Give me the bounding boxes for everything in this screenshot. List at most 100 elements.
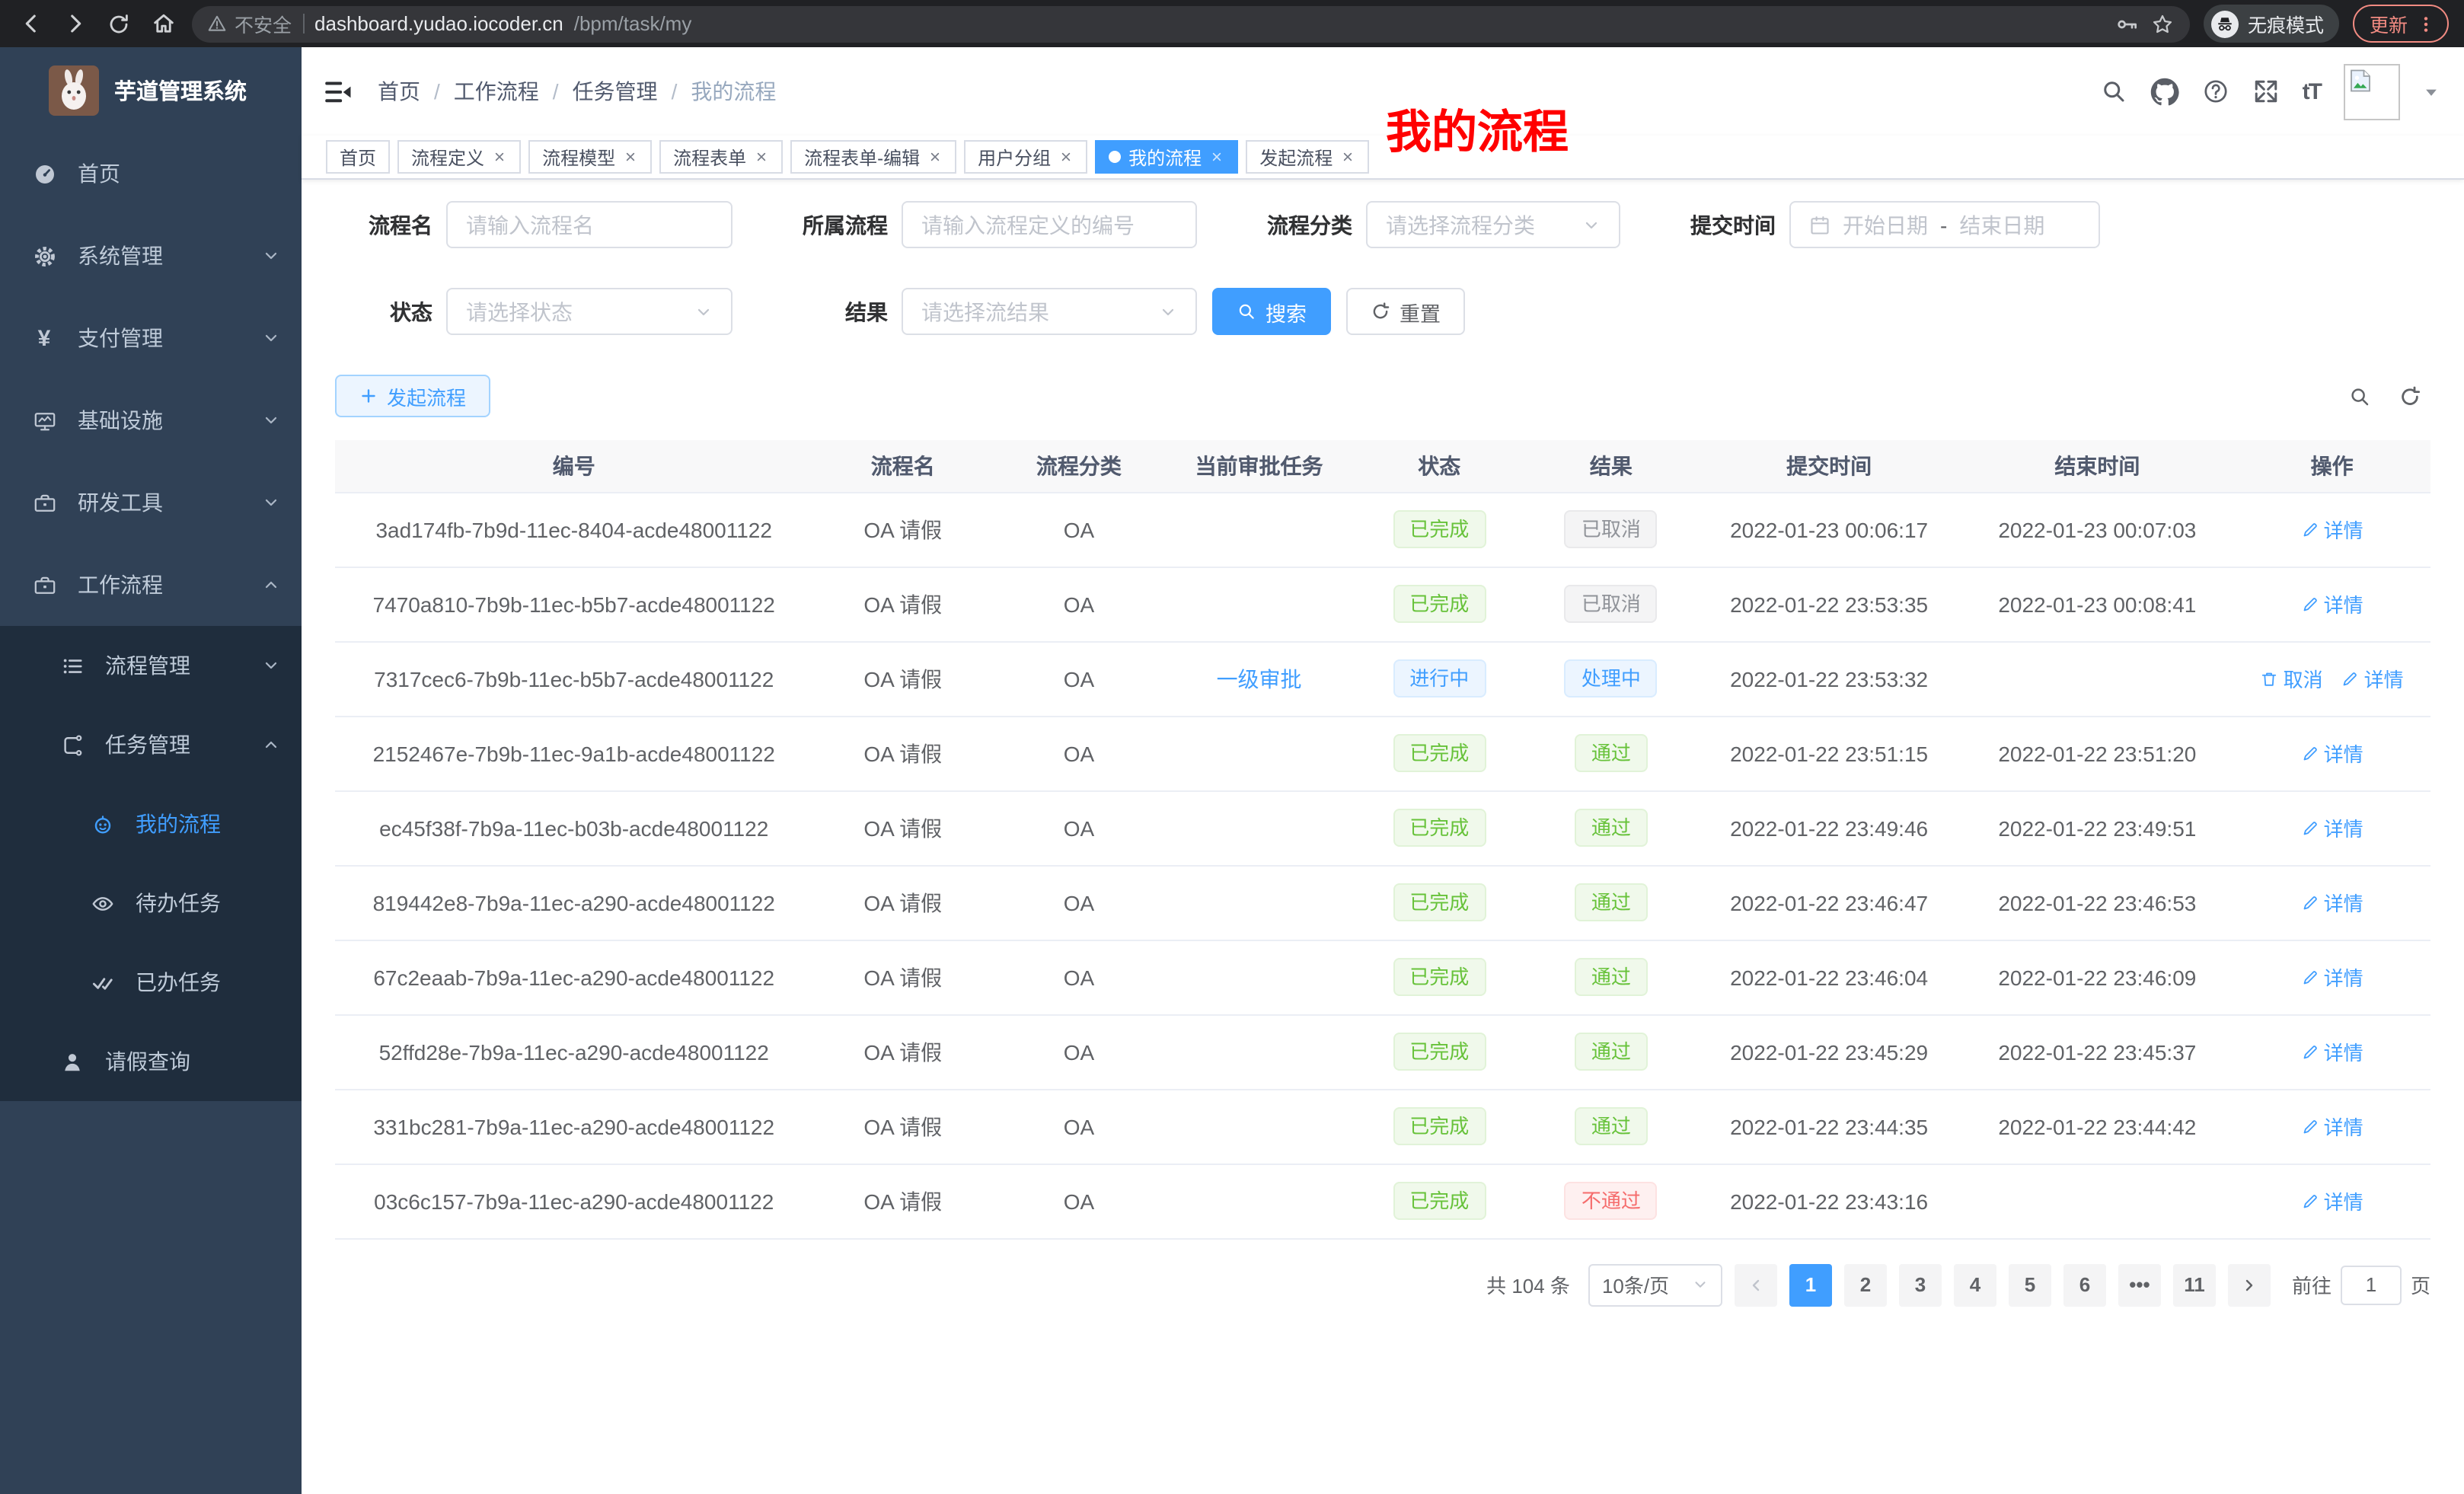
breadcrumb-item[interactable]: 首页 bbox=[378, 76, 420, 107]
tab-process-model[interactable]: 流程模型 bbox=[528, 140, 652, 174]
search-button[interactable]: 搜索 bbox=[1212, 288, 1331, 335]
annotation-text: 我的流程 bbox=[1386, 111, 1569, 157]
close-icon[interactable] bbox=[623, 149, 638, 164]
help-icon[interactable] bbox=[2202, 78, 2229, 105]
browser-update-button[interactable]: 更新 bbox=[2353, 5, 2449, 43]
col-submit-time: 提交时间 bbox=[1697, 440, 1961, 492]
caret-down-icon[interactable] bbox=[2423, 83, 2440, 100]
result-select[interactable]: 请选择流结果 bbox=[902, 288, 1197, 335]
tab-home[interactable]: 首页 bbox=[326, 140, 390, 174]
sidebar-item-process-mgmt[interactable]: 流程管理 bbox=[0, 626, 302, 705]
breadcrumb-item[interactable]: 任务管理 bbox=[573, 76, 658, 107]
status-badge: 已完成 bbox=[1393, 958, 1486, 996]
sidebar-item-task-mgmt[interactable]: 任务管理 bbox=[0, 705, 302, 784]
sidebar-item-my-process[interactable]: 我的流程 bbox=[0, 784, 302, 864]
detail-link[interactable]: 详情 bbox=[2301, 1112, 2363, 1141]
search-icon[interactable] bbox=[2100, 78, 2127, 105]
sidebar-item-label: 系统管理 bbox=[78, 241, 163, 271]
close-icon[interactable] bbox=[754, 149, 769, 164]
tab-label: 发起流程 bbox=[1259, 144, 1333, 170]
address-bar[interactable]: 不安全 dashboard.yudao.iocoder.cn/bpm/task/… bbox=[192, 5, 2190, 42]
detail-link[interactable]: 详情 bbox=[2301, 739, 2363, 768]
sidebar-item-devtools[interactable]: 研发工具 bbox=[0, 461, 302, 544]
toggle-search-icon[interactable] bbox=[2348, 385, 2371, 407]
close-icon[interactable] bbox=[927, 149, 943, 164]
sidebar-item-workflow[interactable]: 工作流程 bbox=[0, 544, 302, 626]
page-button-3[interactable]: 3 bbox=[1899, 1263, 1942, 1306]
security-label: 不安全 bbox=[235, 9, 292, 38]
browser-home-button[interactable] bbox=[148, 8, 178, 39]
page-button-6[interactable]: 6 bbox=[2063, 1263, 2106, 1306]
detail-link[interactable]: 详情 bbox=[2301, 1037, 2363, 1066]
detail-link[interactable]: 详情 bbox=[2301, 888, 2363, 917]
close-icon[interactable] bbox=[1340, 149, 1355, 164]
page-button-1[interactable]: 1 bbox=[1789, 1263, 1832, 1306]
browser-forward-button[interactable] bbox=[59, 8, 90, 39]
browser-back-button[interactable] bbox=[15, 8, 46, 39]
sidebar-collapse-icon[interactable] bbox=[317, 72, 356, 111]
url-path: /bpm/task/my bbox=[574, 12, 692, 35]
next-page-button[interactable] bbox=[2228, 1263, 2271, 1306]
sidebar-item-done-tasks[interactable]: 已办任务 bbox=[0, 943, 302, 1022]
page-button-2[interactable]: 2 bbox=[1844, 1263, 1887, 1306]
pagination-total: 共 104 条 bbox=[1486, 1270, 1570, 1299]
process-name-input[interactable] bbox=[466, 212, 713, 237]
page-button-5[interactable]: 5 bbox=[2009, 1263, 2051, 1306]
reset-button[interactable]: 重置 bbox=[1346, 288, 1465, 335]
tab-process-definition[interactable]: 流程定义 bbox=[397, 140, 521, 174]
parent-process-input[interactable] bbox=[921, 212, 1177, 237]
browser-reload-button[interactable] bbox=[104, 8, 134, 39]
sidebar-item-system[interactable]: 系统管理 bbox=[0, 215, 302, 297]
password-key-icon[interactable] bbox=[2115, 11, 2140, 36]
refresh-table-icon[interactable] bbox=[2399, 385, 2421, 407]
status-badge: 已完成 bbox=[1393, 809, 1486, 847]
create-process-button[interactable]: 发起流程 bbox=[335, 375, 490, 417]
table-row: 331bc281-7b9a-11ec-a290-acde48001122OA 请… bbox=[335, 1089, 2430, 1164]
tab-my-process[interactable]: 我的流程 bbox=[1095, 140, 1238, 174]
font-size-icon[interactable]: tT bbox=[2303, 78, 2321, 104]
github-icon[interactable] bbox=[2150, 77, 2179, 106]
status-badge: 进行中 bbox=[1393, 659, 1486, 698]
detail-link[interactable]: 详情 bbox=[2341, 664, 2404, 693]
fullscreen-icon[interactable] bbox=[2252, 78, 2280, 105]
page-button-11[interactable]: 11 bbox=[2173, 1263, 2216, 1306]
sidebar-item-infra[interactable]: 基础设施 bbox=[0, 379, 302, 461]
sidebar-item-todo-tasks[interactable]: 待办任务 bbox=[0, 864, 302, 943]
more-pages-button[interactable]: ••• bbox=[2118, 1263, 2161, 1306]
detail-link[interactable]: 详情 bbox=[2301, 813, 2363, 842]
sidebar-item-payment[interactable]: ¥ 支付管理 bbox=[0, 297, 302, 379]
detail-link[interactable]: 详情 bbox=[2301, 1186, 2363, 1215]
close-icon[interactable] bbox=[1209, 149, 1224, 164]
tab-start-process[interactable]: 发起流程 bbox=[1246, 140, 1369, 174]
tab-user-group[interactable]: 用户分组 bbox=[964, 140, 1087, 174]
tab-label: 我的流程 bbox=[1128, 144, 1202, 170]
list-icon bbox=[58, 654, 85, 677]
sidebar-item-label: 任务管理 bbox=[105, 729, 190, 760]
result-placeholder: 请选择流结果 bbox=[921, 296, 1049, 327]
date-range-picker[interactable]: 开始日期 - 结束日期 bbox=[1789, 201, 2100, 248]
detail-link[interactable]: 详情 bbox=[2301, 589, 2363, 618]
breadcrumb-item[interactable]: 工作流程 bbox=[454, 76, 539, 107]
avatar[interactable] bbox=[2344, 63, 2400, 120]
close-icon[interactable] bbox=[492, 149, 507, 164]
current-task-link[interactable]: 一级审批 bbox=[1217, 666, 1302, 691]
category-select[interactable]: 请选择流程分类 bbox=[1366, 201, 1620, 248]
page-size-select[interactable]: 10条/页 bbox=[1588, 1263, 1722, 1306]
detail-link[interactable]: 详情 bbox=[2301, 515, 2363, 544]
security-indicator[interactable]: 不安全 bbox=[207, 9, 292, 38]
status-select[interactable]: 请选择状态 bbox=[446, 288, 732, 335]
table-row: 7470a810-7b9b-11ec-b5b7-acde48001122OA 请… bbox=[335, 567, 2430, 641]
browser-menu-icon[interactable] bbox=[2415, 13, 2437, 34]
cancel-link[interactable]: 取消 bbox=[2261, 664, 2323, 693]
tab-process-form[interactable]: 流程表单 bbox=[659, 140, 783, 174]
goto-page-input[interactable] bbox=[2341, 1265, 2402, 1304]
close-icon[interactable] bbox=[1058, 149, 1074, 164]
incognito-badge: 无痕模式 bbox=[2204, 5, 2339, 43]
page-button-4[interactable]: 4 bbox=[1954, 1263, 1996, 1306]
sidebar-item-leave-query[interactable]: 请假查询 bbox=[0, 1022, 302, 1101]
detail-link[interactable]: 详情 bbox=[2301, 962, 2363, 991]
tab-process-form-edit[interactable]: 流程表单-编辑 bbox=[790, 140, 956, 174]
bookmark-star-icon[interactable] bbox=[2150, 11, 2175, 36]
sidebar-item-home[interactable]: 首页 bbox=[0, 132, 302, 215]
prev-page-button[interactable] bbox=[1735, 1263, 1777, 1306]
